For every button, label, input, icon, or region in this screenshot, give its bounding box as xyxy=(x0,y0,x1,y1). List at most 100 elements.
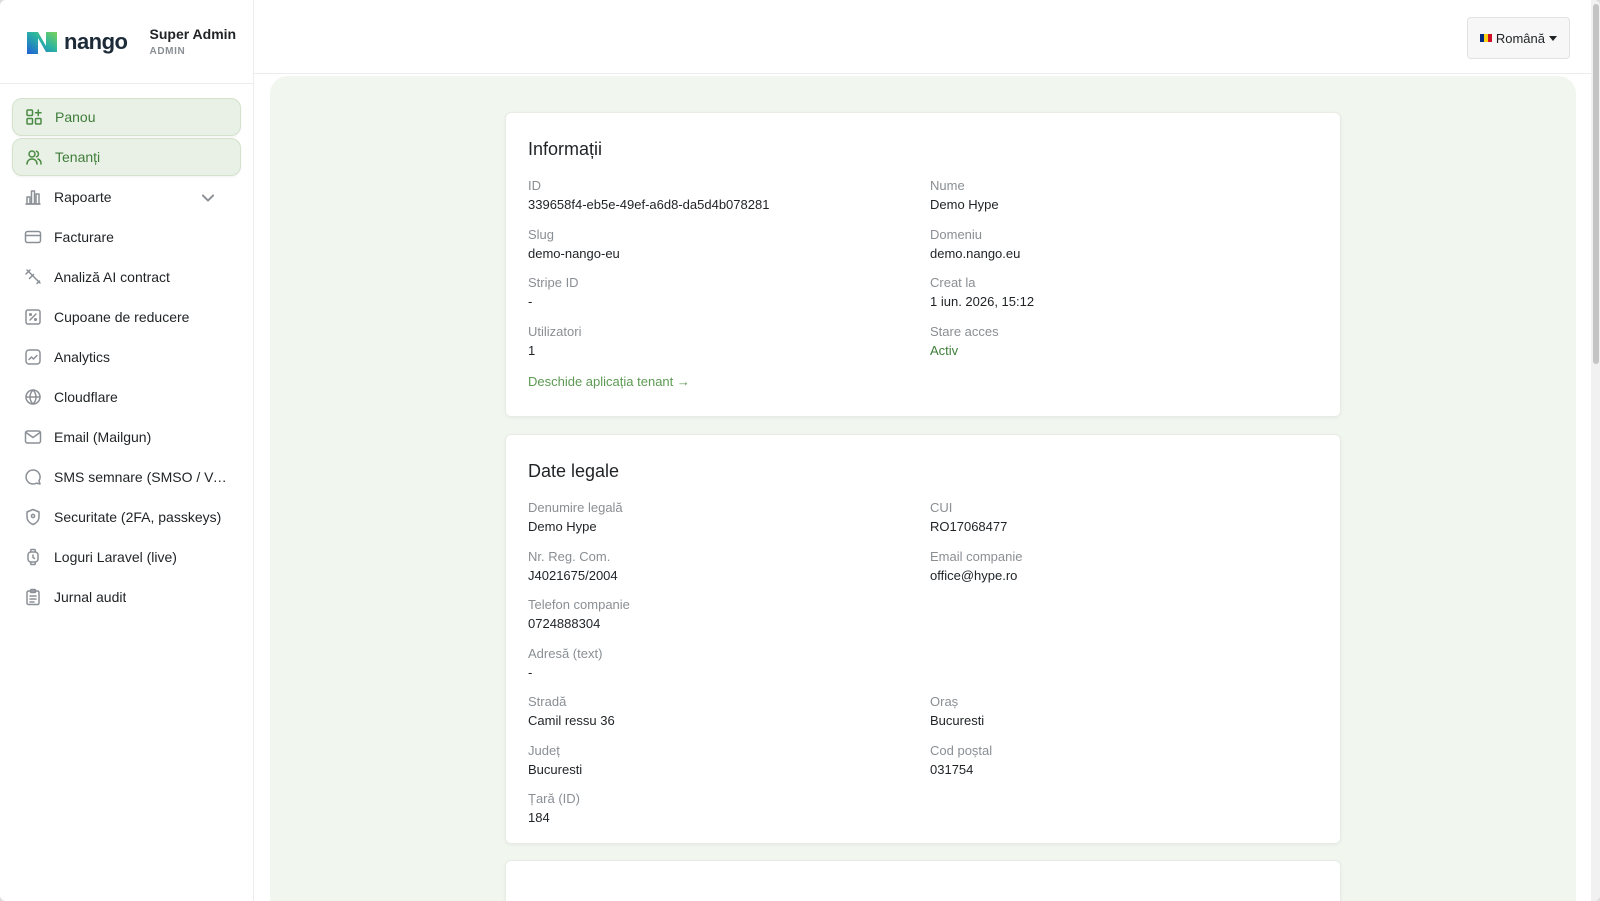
field-label: Adresă (text) xyxy=(528,645,603,661)
field-value: Camil ressu 36 xyxy=(528,713,615,728)
clipboard-icon xyxy=(26,588,40,606)
sidebar-item-facturare[interactable]: Facturare xyxy=(12,218,241,256)
field-value: J4021675/2004 xyxy=(528,567,618,583)
field-label: Denumire legală xyxy=(528,500,623,515)
next-card xyxy=(505,860,1341,901)
field-label: Țară (ID) xyxy=(528,791,580,806)
user-info: Super Admin ADMIN xyxy=(150,26,237,57)
field-value: demo.nango.eu xyxy=(930,245,1021,261)
field-label: Județ xyxy=(528,742,560,758)
romania-flag-icon xyxy=(1479,34,1492,42)
field-value: RO17068477 xyxy=(930,519,1008,534)
sidebar-item-email-mailgun[interactable]: Email (Mailgun) xyxy=(12,418,241,456)
chat-icon xyxy=(25,469,41,485)
field-value: office@hype.ro xyxy=(930,567,1018,583)
trend-icon xyxy=(25,349,41,365)
sidebar-item-label: Jurnal audit xyxy=(54,589,127,605)
field-postal-code: Cod poștal 031754 xyxy=(930,743,1330,792)
users-icon xyxy=(26,150,42,165)
sidebar-item-loguri-laravel[interactable]: Loguri Laravel (live) xyxy=(12,538,241,576)
language-selector[interactable]: Română xyxy=(1466,17,1570,59)
sidebar-item-label: Rapoarte xyxy=(54,189,112,205)
user-role: ADMIN xyxy=(149,46,186,57)
sidebar-item-label: Email (Mailgun) xyxy=(54,429,152,445)
field-label: Nr. Reg. Com. xyxy=(528,548,611,564)
field-city: Oraș Bucuresti xyxy=(930,694,1330,743)
sidebar-item-tenanti[interactable]: Tenanți xyxy=(12,138,241,176)
sidebar-item-label: SMS semnare (SMSO / Von... xyxy=(54,469,229,485)
sidebar-item-label: Facturare xyxy=(54,229,114,245)
sidebar-item-rapoarte[interactable]: Rapoarte xyxy=(12,178,241,216)
field-label: Stare acces xyxy=(930,323,999,339)
field-label: Stradă xyxy=(528,694,567,709)
sidebar-item-label: Loguri Laravel (live) xyxy=(54,549,177,565)
field-value: 1 xyxy=(528,342,536,358)
field-name: Nume Demo Hype xyxy=(930,178,1330,227)
field-domain: Domeniu demo.nango.eu xyxy=(930,227,1330,276)
nango-logo-icon xyxy=(27,31,57,54)
field-address-text: Adresă (text) - xyxy=(528,646,930,695)
sidebar-item-cloudflare[interactable]: Cloudflare xyxy=(12,378,241,416)
field-value: - xyxy=(528,294,533,309)
mail-icon xyxy=(24,430,42,444)
scrollbar-thumb[interactable] xyxy=(1593,4,1599,364)
sidebar-item-cupoane[interactable]: Cupoane de reducere xyxy=(12,298,241,336)
watch-icon xyxy=(27,548,39,566)
field-value: demo-nango-eu xyxy=(528,245,620,261)
legal-card-title: Date legale xyxy=(528,461,620,481)
field-company-phone: Telefon companie 0724888304 xyxy=(528,597,930,646)
field-value: - xyxy=(528,664,533,680)
language-label: Română xyxy=(1495,30,1545,46)
dashboard-icon xyxy=(26,109,42,125)
shield-icon xyxy=(26,508,40,526)
sidebar-item-label: Securitate (2FA, passkeys) xyxy=(54,509,222,525)
field-label: Oraș xyxy=(930,694,959,709)
brand-logo[interactable]: nango xyxy=(24,28,128,56)
sidebar-nav: Panou Tenanți Rapoarte Facturare Analiză… xyxy=(0,84,253,632)
field-country-id: Țară (ID) 184 xyxy=(528,791,930,840)
sidebar-item-analiza-ai-contract[interactable]: Analiză AI contract xyxy=(12,258,241,296)
app-window: nango Super Admin ADMIN Panou Tenanți Ra… xyxy=(0,0,1600,901)
field-created-at: Creat la 1 iun. 2026, 15:12 xyxy=(930,275,1330,324)
field-value: Bucuresti xyxy=(930,713,985,728)
field-value: 031754 xyxy=(930,761,974,777)
sidebar-item-label: Panou xyxy=(55,109,96,125)
field-street: Stradă Camil ressu 36 xyxy=(528,694,930,743)
field-label: Telefon companie xyxy=(528,597,630,612)
sidebar-item-panou[interactable]: Panou xyxy=(12,98,241,136)
sidebar-item-jurnal-audit[interactable]: Jurnal audit xyxy=(12,578,241,616)
topbar: Română xyxy=(254,0,1600,74)
field-reg-com: Nr. Reg. Com. J4021675/2004 xyxy=(528,549,930,598)
field-value: 184 xyxy=(528,810,550,825)
status-badge: Activ xyxy=(930,342,959,358)
field-value: Demo Hype xyxy=(930,197,999,212)
brand-name: nango xyxy=(64,28,128,54)
credit-card-icon xyxy=(24,230,42,244)
field-label: Nume xyxy=(930,178,965,193)
field-value: 1 iun. 2026, 15:12 xyxy=(930,294,1035,309)
sidebar-item-securitate[interactable]: Securitate (2FA, passkeys) xyxy=(12,498,241,536)
field-value: Demo Hype xyxy=(528,519,597,534)
field-county: Județ Bucuresti xyxy=(528,743,930,792)
field-label: Email companie xyxy=(930,548,1023,564)
field-value: Bucuresti xyxy=(528,761,583,777)
user-name: Super Admin xyxy=(149,26,237,42)
field-label: Creat la xyxy=(930,275,976,290)
sidebar-item-sms-semnare[interactable]: SMS semnare (SMSO / Von... xyxy=(12,458,241,496)
field-stripe-id: Stripe ID - xyxy=(528,275,930,324)
bar-chart-icon xyxy=(25,190,41,205)
field-company-email: Email companie office@hype.ro xyxy=(930,549,1330,598)
field-label: Slug xyxy=(528,226,555,242)
page-scrollbar[interactable] xyxy=(1591,0,1600,901)
open-tenant-app-link[interactable]: Deschide aplicația tenant → xyxy=(528,374,690,389)
legal-fields: Denumire legală Demo Hype CUI RO17068477… xyxy=(528,500,1318,840)
magic-pen-icon xyxy=(25,269,41,285)
sidebar-item-label: Analytics xyxy=(54,349,111,365)
sidebar-item-analytics[interactable]: Analytics xyxy=(12,338,241,376)
info-card: Informații ID 339658f4-eb5e-49ef-a6d8-da… xyxy=(505,112,1341,417)
chevron-down-icon[interactable] xyxy=(199,189,217,207)
field-access-status: Stare acces Activ xyxy=(930,324,1330,373)
field-label: Stripe ID xyxy=(528,275,579,290)
info-fields: ID 339658f4-eb5e-49ef-a6d8-da5d4b078281 … xyxy=(528,178,1318,372)
field-label: Cod poștal xyxy=(930,742,993,758)
